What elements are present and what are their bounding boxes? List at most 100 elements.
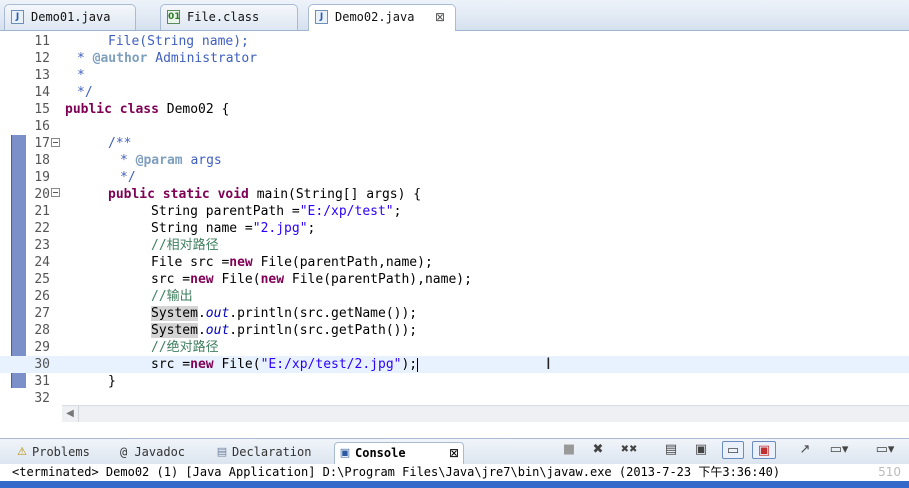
code-text: }: [108, 374, 116, 389]
line-number: 12: [34, 51, 50, 66]
tab-file-class[interactable]: 01 File.class: [160, 4, 298, 30]
code-text: System.out.println(src.getName());: [151, 306, 418, 321]
tab-label: Problems: [32, 445, 90, 459]
code-line: 16: [0, 118, 909, 135]
code-line: 18 * @param args: [0, 152, 909, 169]
code-line: 11 File(String name);: [0, 33, 909, 50]
code-text: public static void main(String[] args) {: [108, 187, 422, 202]
tab-label: Demo02.java: [335, 10, 415, 24]
javadoc-icon: [104, 446, 116, 458]
display-console-icon[interactable]: ▭▾: [826, 441, 852, 459]
console-icon: ▣: [339, 446, 351, 459]
line-number: 32: [34, 391, 50, 406]
tab-label: @ Javadoc: [120, 445, 186, 459]
code-text: System.out.println(src.getPath());: [151, 323, 418, 338]
text-caret: [417, 357, 419, 372]
code-text: */: [120, 170, 136, 185]
code-text: src =new File("E:/xp/test/2.jpg");: [151, 357, 419, 372]
tab-javadoc[interactable]: @ Javadoc: [100, 442, 185, 463]
scroll-left-icon[interactable]: ◀: [62, 406, 79, 422]
tab-label: Console: [355, 446, 406, 460]
code-text: File(String name);: [108, 34, 249, 49]
line-number: 15: [34, 102, 50, 117]
editor-tab-bar: J Demo01.java 01 File.class J Demo02.jav…: [0, 0, 909, 31]
code-line: 24 File src =new File(parentPath,name);: [0, 254, 909, 271]
line-number: 27: [34, 306, 50, 321]
remove-all-launches-icon[interactable]: ✖✖: [616, 441, 642, 459]
line-number: 18: [34, 153, 50, 168]
java-file-icon: J: [315, 10, 328, 24]
declaration-icon: ▤: [216, 445, 228, 458]
code-text: * @author Administrator: [77, 51, 258, 66]
code-text: String name ="2.jpg";: [151, 221, 316, 236]
watermark: 510: [878, 465, 901, 479]
tab-label: Declaration: [232, 445, 312, 459]
line-number: 13: [34, 68, 50, 83]
code-comment: //相对路径: [151, 238, 219, 253]
code-line: 19 */: [0, 169, 909, 186]
tab-label: Demo01.java: [31, 10, 111, 24]
code-line: 28 System.out.println(src.getPath());: [0, 322, 909, 339]
line-number: 11: [34, 34, 50, 49]
code-text: public class Demo02 {: [65, 102, 230, 117]
pin-console-icon[interactable]: ↗: [796, 441, 814, 459]
code-line: 31 }: [0, 373, 909, 390]
code-line: 26 //输出: [0, 288, 909, 305]
show-on-stdout-icon[interactable]: ▭: [722, 441, 744, 459]
horizontal-scrollbar[interactable]: ◀: [62, 405, 909, 422]
show-on-stderr-icon[interactable]: ▣: [752, 441, 776, 459]
line-number: 24: [34, 255, 50, 270]
code-line: 12 * @author Administrator: [0, 50, 909, 67]
tab-demo02-java[interactable]: J Demo02.java ⊠: [308, 4, 456, 31]
scroll-lock-icon[interactable]: ▣: [692, 441, 710, 459]
line-number: 23: [34, 238, 50, 253]
code-line: 15 public class Demo02 {: [0, 101, 909, 118]
code-text: String parentPath ="E:/xp/test";: [151, 204, 402, 219]
code-text: /**: [108, 136, 132, 151]
code-comment: //绝对路径: [151, 340, 219, 355]
code-line: 27 System.out.println(src.getName());: [0, 305, 909, 322]
code-text: File src =new File(parentPath,name);: [151, 255, 433, 270]
line-number: 19: [34, 170, 50, 185]
tab-label: File.class: [187, 10, 260, 24]
class-file-icon: 01: [167, 10, 181, 24]
line-number: 26: [34, 289, 50, 304]
terminate-icon[interactable]: ■: [560, 441, 578, 459]
java-file-icon: J: [11, 10, 24, 24]
line-number: 22: [34, 221, 50, 236]
code-line: 13 *: [0, 67, 909, 84]
line-number: 30: [34, 357, 50, 372]
code-line: 29 //绝对路径: [0, 339, 909, 356]
line-number: 21: [34, 204, 50, 219]
line-number: 29: [34, 340, 50, 355]
open-console-icon[interactable]: ▭▾: [872, 441, 898, 459]
tab-declaration[interactable]: ▤ Declaration: [212, 442, 312, 463]
line-number: 20: [34, 187, 50, 202]
code-line: 25 src =new File(new File(parentPath),na…: [0, 271, 909, 288]
remove-launch-icon[interactable]: ✖: [589, 441, 607, 459]
tab-console[interactable]: ▣ Console ⊠: [334, 442, 464, 464]
console-output-area: [0, 481, 909, 488]
current-code-line: 30 src =new File("E:/xp/test/2.jpg");: [0, 356, 909, 373]
ibeam-cursor-icon: I: [546, 354, 551, 373]
code-line: 20 public static void main(String[] args…: [0, 186, 909, 203]
clear-console-icon[interactable]: ▤: [662, 441, 680, 459]
tab-problems[interactable]: ⚠ Problems: [12, 442, 90, 463]
code-text: */: [77, 85, 93, 100]
code-editor[interactable]: 11 File(String name); 12 * @author Admin…: [0, 33, 909, 406]
line-number: 25: [34, 272, 50, 287]
line-number: 28: [34, 323, 50, 338]
line-number: 14: [34, 85, 50, 100]
code-line: 14 */: [0, 84, 909, 101]
code-line: 21 String parentPath ="E:/xp/test";: [0, 203, 909, 220]
problems-icon: ⚠: [17, 445, 27, 458]
close-icon[interactable]: ⊠: [449, 443, 459, 464]
code-text: * @param args: [120, 153, 222, 168]
code-comment: //输出: [151, 289, 193, 304]
tab-demo01-java[interactable]: J Demo01.java: [4, 4, 136, 30]
code-text: src =new File(new File(parentPath),name)…: [151, 272, 472, 287]
code-line: 23 //相对路径: [0, 237, 909, 254]
close-icon[interactable]: ⊠: [435, 5, 445, 29]
line-number: 17: [34, 136, 50, 151]
code-text: *: [77, 68, 85, 83]
